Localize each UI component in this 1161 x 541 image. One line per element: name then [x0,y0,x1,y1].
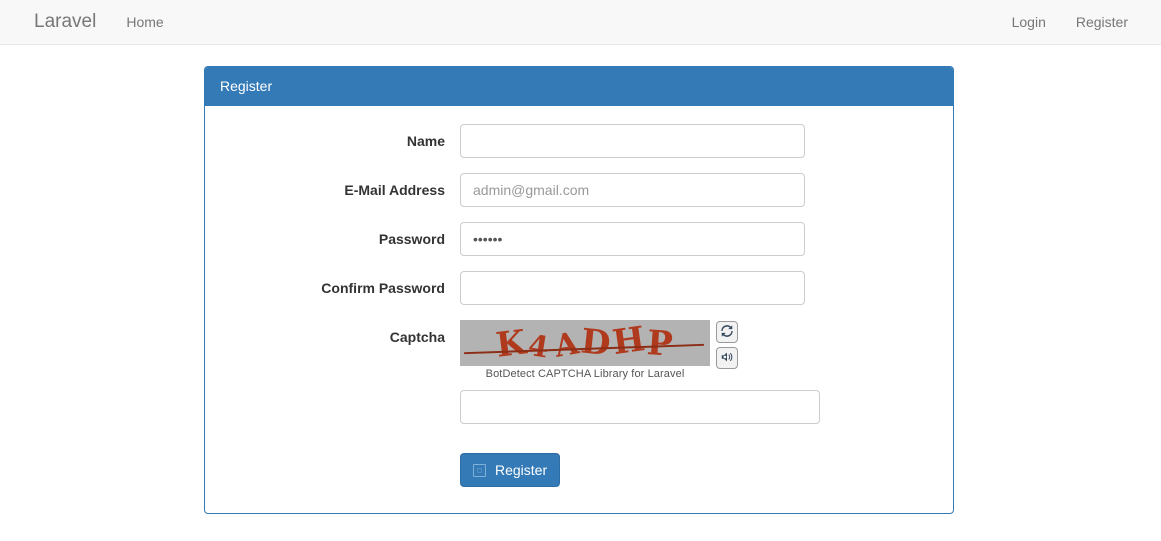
captcha-image: K4ADHP [460,320,710,366]
panel-heading: Register [205,67,953,106]
submit-row: □ Register [220,453,938,487]
captcha-sound-button[interactable] [716,347,738,369]
field-wrap-password [460,222,805,256]
register-panel: Register Name E-Mail Address Password [204,66,954,514]
label-password: Password [378,231,445,247]
captcha-reload-button[interactable] [716,321,738,343]
captcha-char-3: D [579,321,615,365]
missing-glyph-icon: □ [473,463,486,477]
navbar-left: Laravel Home [22,0,179,44]
captcha-char-0: K [493,322,530,366]
nav-link-login[interactable]: Login [997,0,1061,44]
register-submit-label: Register [495,462,548,478]
navbar-brand[interactable]: Laravel [22,0,111,44]
captcha-answer-row [460,390,820,424]
email-input[interactable] [460,173,805,207]
label-captcha: Captcha [389,329,445,345]
password-input[interactable] [460,222,805,256]
captcha-char-1: 4 [525,328,553,366]
submit-spacer [220,453,460,487]
form-row-password: Password [220,222,938,256]
form-row-name: Name [220,124,938,158]
field-wrap-confirm-password [460,271,805,305]
captcha-block: K4ADHP BotDetect CAPTCHA Library for Lar… [460,320,820,380]
nav-link-register[interactable]: Register [1061,0,1143,44]
form-row-confirm-password: Confirm Password [220,271,938,305]
field-wrap-email [460,173,805,207]
navbar-right: Login Register [997,0,1143,44]
captcha-caption: BotDetect CAPTCHA Library for Laravel [485,368,685,380]
captcha-image-group: K4ADHP BotDetect CAPTCHA Library for Lar… [460,320,710,380]
nav-link-home[interactable]: Home [111,0,178,44]
label-confirm-password: Confirm Password [321,280,445,296]
form-row-email: E-Mail Address [220,173,938,207]
speaker-icon [720,350,734,367]
field-wrap-captcha: K4ADHP BotDetect CAPTCHA Library for Lar… [460,320,820,424]
field-wrap-name [460,124,805,158]
captcha-char-4: H [609,320,650,364]
captcha-answer-input[interactable] [460,390,820,424]
navbar: Laravel Home Login Register [0,0,1161,45]
form-row-captcha: Captcha K4ADHP BotDetect CAPTCHA Library… [220,320,938,424]
name-input[interactable] [460,124,805,158]
panel-body: Name E-Mail Address Password Confirm Pas… [205,106,953,513]
captcha-code-text: K4ADHP [460,320,710,366]
register-submit-button[interactable]: □ Register [460,453,561,487]
label-name: Name [406,133,445,149]
captcha-buttons [716,320,738,373]
label-email: E-Mail Address [344,182,445,198]
refresh-icon [720,324,734,341]
confirm-password-input[interactable] [460,271,805,305]
